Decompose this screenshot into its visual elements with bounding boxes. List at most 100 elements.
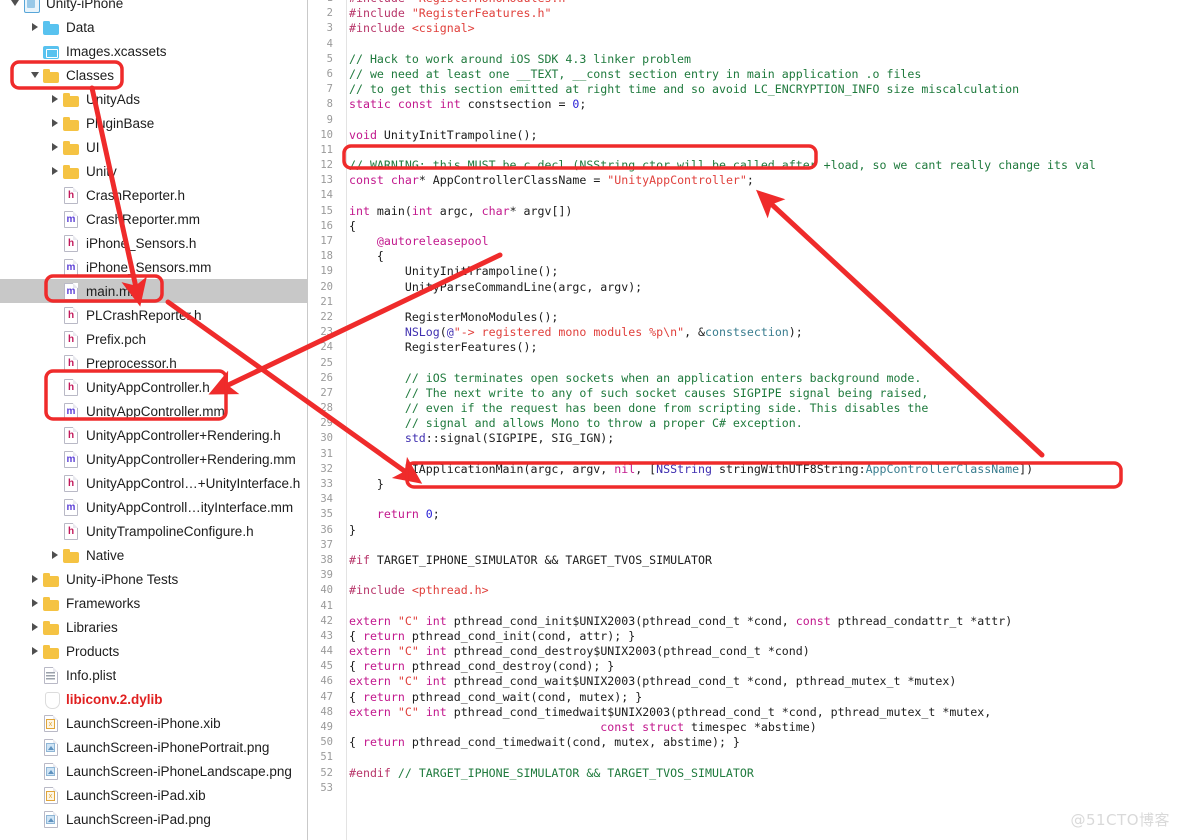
tree-item-prefix-pch[interactable]: h Prefix.pch [0,327,307,351]
code-line[interactable]: 39 [308,568,1184,584]
code-line[interactable]: 42 extern "C" int pthread_cond_init$UNIX2… [308,613,1184,629]
tree-item-launchscreen-iphoneportrait-png[interactable]: LaunchScreen-iPhonePortrait.png [0,735,307,759]
code-line[interactable]: 47 { return pthread_cond_wait(cond, mutex… [308,689,1184,705]
tree-item-plcrashreporter-h[interactable]: h PLCrashReporter.h [0,303,307,327]
code-line[interactable]: 14 [308,188,1184,204]
tree-item-pluginbase[interactable]: PluginBase [0,111,307,135]
code-line[interactable]: 43 { return pthread_cond_init(cond, attr)… [308,628,1184,645]
tree-item-native[interactable]: Native [0,543,307,567]
code-line[interactable]: 18 { [308,249,1184,265]
tree-item-iphone-sensors-mm[interactable]: m iPhone_Sensors.mm [0,255,307,279]
project-navigator-sidebar[interactable]: Unity-iPhone Data Images.xcassets Classes Un… [0,0,308,840]
code-line[interactable]: 12 // WARNING: this MUST be c decl (NSStr… [308,158,1184,174]
code-line[interactable]: 44 extern "C" int pthread_cond_destroy$UN… [308,644,1184,660]
code-line[interactable]: 34 [308,492,1184,508]
chevron-right-icon[interactable] [48,95,62,103]
code-line[interactable]: 53 [308,780,1184,796]
chevron-right-icon[interactable] [48,167,62,175]
code-line[interactable]: 33 } [308,477,1184,493]
tree-item-ui[interactable]: UI [0,135,307,159]
tree-item-unity[interactable]: Unity [0,159,307,183]
code-line[interactable]: 23 NSLog(@"-> registered mono modules %p… [308,325,1184,341]
code-line[interactable]: 46 extern "C" int pthread_cond_wait$UNIX2… [308,674,1184,690]
tree-item-images-xcassets[interactable]: Images.xcassets [0,39,307,63]
tree-item-unity-iphone[interactable]: Unity-iPhone [0,0,307,15]
tree-item-unity-iphone-tests[interactable]: Unity-iPhone Tests [0,567,307,591]
code-line[interactable]: 40 #include <pthread.h> [308,583,1184,599]
tree-item-info-plist[interactable]: Info.plist [0,663,307,687]
tree-item-launchscreen-ipad-png[interactable]: LaunchScreen-iPad.png [0,807,307,831]
code-line[interactable]: 50 { return pthread_cond_timedwait(cond, … [308,735,1184,751]
code-line[interactable]: 20 UnityParseCommandLine(argc, argv); [308,279,1184,295]
code-line[interactable]: 25 [308,355,1184,371]
code-line[interactable]: 28 // even if the request has been done … [308,401,1184,417]
chevron-right-icon[interactable] [28,23,42,31]
code-line[interactable]: 16 { [308,218,1184,234]
chevron-right-icon[interactable] [28,575,42,583]
code-lines-container[interactable]: 1#include "RegisterMonoModules.h"2#inclu… [308,0,1184,796]
code-line[interactable]: 31 [308,446,1184,462]
code-line[interactable]: 38 #if TARGET_IPHONE_SIMULATOR && TARGET_… [308,552,1184,569]
code-line[interactable]: 9 [308,112,1184,128]
tree-item-crashreporter-mm[interactable]: m CrashReporter.mm [0,207,307,231]
code-editor[interactable]: 1#include "RegisterMonoModules.h"2#inclu… [308,0,1184,840]
tree-item-unityappcontroller-rendering-mm[interactable]: m UnityAppController+Rendering.mm [0,447,307,471]
chevron-down-icon[interactable] [28,72,42,78]
code-line[interactable]: 15 int main(int argc, char* argv[]) [308,203,1184,219]
tree-item-launchscreen-ipad-xib[interactable]: x LaunchScreen-iPad.xib [0,783,307,807]
tree-item-classes[interactable]: Classes [0,63,307,87]
code-line[interactable]: 13 const char* AppControllerClassName = "… [308,173,1184,189]
code-line[interactable]: 19 UnityInitTrampoline(); [308,264,1184,280]
tree-item-main-mm[interactable]: m main.mm [0,279,307,303]
code-line[interactable]: 35 return 0; [308,507,1184,523]
tree-item-launchscreen-iphonelandscape-png[interactable]: LaunchScreen-iPhoneLandscape.png [0,759,307,783]
tree-item-unityappcontroller-mm[interactable]: m UnityAppController.mm [0,399,307,423]
code-line[interactable]: 2 #include "RegisterFeatures.h" [308,6,1184,22]
code-line[interactable]: 11 [308,142,1184,159]
tree-item-data[interactable]: Data [0,15,307,39]
code-line[interactable]: 37 [308,537,1184,553]
tree-item-unitytrampolineconfigure-h[interactable]: h UnityTrampolineConfigure.h [0,519,307,543]
code-line[interactable]: 29 // signal and allows Mono to throw a … [308,416,1184,432]
code-line[interactable]: 17 @autoreleasepool [308,234,1184,250]
code-line[interactable]: 30 std::signal(SIGPIPE, SIG_IGN); [308,431,1184,447]
code-line[interactable]: 3 #include <csignal> [308,21,1184,37]
chevron-right-icon[interactable] [48,551,62,559]
chevron-down-icon[interactable] [8,0,22,6]
code-line[interactable]: 27 // The next write to any of such sock… [308,385,1184,402]
code-line[interactable]: 26 // iOS terminates open sockets when a… [308,370,1184,386]
tree-item-unityappcontroll-ityinterface-mm[interactable]: m UnityAppControll…ityInterface.mm [0,495,307,519]
code-line[interactable]: 10 void UnityInitTrampoline(); [308,127,1184,143]
code-line[interactable]: 41 [308,598,1184,614]
chevron-right-icon[interactable] [48,143,62,151]
project-navigator-tree[interactable]: Unity-iPhone Data Images.xcassets Classes Un… [0,0,307,831]
code-line[interactable]: 51 [308,750,1184,766]
code-line[interactable]: 21 [308,294,1184,310]
tree-item-libiconv-2-dylib[interactable]: libiconv.2.dylib [0,687,307,711]
tree-item-crashreporter-h[interactable]: h CrashReporter.h [0,183,307,207]
tree-item-iphone-sensors-h[interactable]: h iPhone_Sensors.h [0,231,307,255]
code-line[interactable]: 24 RegisterFeatures(); [308,340,1184,356]
code-line[interactable]: 22 RegisterMonoModules(); [308,309,1184,326]
code-line[interactable]: 45 { return pthread_cond_destroy(cond); } [308,659,1184,675]
code-line[interactable]: 48 extern "C" int pthread_cond_timedwait$… [308,704,1184,720]
tree-item-unityappcontroller-h[interactable]: h UnityAppController.h [0,375,307,399]
tree-item-launchscreen-iphone-xib[interactable]: x LaunchScreen-iPhone.xib [0,711,307,735]
tree-item-unityads[interactable]: UnityAds [0,87,307,111]
tree-item-unityappcontroller-rendering-h[interactable]: h UnityAppController+Rendering.h [0,423,307,447]
chevron-right-icon[interactable] [28,623,42,631]
chevron-right-icon[interactable] [28,647,42,655]
chevron-right-icon[interactable] [28,599,42,607]
code-line[interactable]: 8 static const int constsection = 0; [308,97,1184,113]
code-line[interactable]: 6 // we need at least one __TEXT, __const… [308,66,1184,83]
tree-item-libraries[interactable]: Libraries [0,615,307,639]
editor-vertical-scrollbar[interactable] [1177,0,1184,840]
code-line[interactable]: 36} [308,522,1184,538]
tree-item-unityappcontrol-unityinterface-h[interactable]: h UnityAppControl…+UnityInterface.h [0,471,307,495]
code-line[interactable]: 52 #endif // TARGET_IPHONE_SIMULATOR && T… [308,765,1184,781]
code-line[interactable]: 32 UIApplicationMain(argc, argv, nil, [N… [308,461,1184,477]
chevron-right-icon[interactable] [48,119,62,127]
code-line[interactable]: 4 [308,36,1184,52]
code-line[interactable]: 49 const struct timespec *abstime) [308,720,1184,736]
tree-item-preprocessor-h[interactable]: h Preprocessor.h [0,351,307,375]
